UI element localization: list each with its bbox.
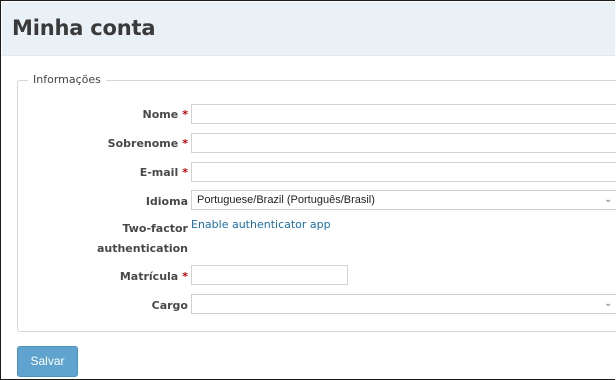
registration-label-text: Matrícula [119,270,179,283]
language-select[interactable]: Portuguese/Brazil (Português/Brasil) [191,190,616,210]
chevron-down-icon: ⌄ [604,194,613,205]
role-select[interactable] [191,294,616,314]
page-title: Minha conta [12,16,156,40]
first-name-input[interactable] [191,104,616,124]
page-header: Minha conta [2,2,615,56]
required-marker: * [182,270,188,283]
save-button[interactable]: Salvar [17,346,78,377]
first-name-label: Nome * [143,108,188,121]
last-name-label-text: Sobrenome [107,137,179,150]
required-marker: * [182,108,188,121]
last-name-input[interactable] [191,133,616,153]
role-label: Cargo [151,299,188,312]
registration-label: Matrícula * [120,270,188,283]
registration-input[interactable] [191,265,348,285]
first-name-label-text: Nome [142,108,179,121]
email-label: E-mail * [140,166,188,179]
email-input[interactable] [191,162,616,182]
enable-authenticator-link[interactable]: Enable authenticator app [191,218,331,231]
required-marker: * [182,137,188,150]
chevron-down-icon: ⌄ [604,298,613,309]
two-factor-label-line1: Two-factor [122,222,188,235]
last-name-label: Sobrenome * [108,137,188,150]
language-selected-value: Portuguese/Brazil (Português/Brasil) [197,194,375,206]
fieldset-legend: Informações [28,73,106,86]
language-label: Idioma [145,195,188,208]
two-factor-label-line2: authentication [96,242,188,255]
required-marker: * [182,166,188,179]
email-label-text: E-mail [139,166,179,179]
